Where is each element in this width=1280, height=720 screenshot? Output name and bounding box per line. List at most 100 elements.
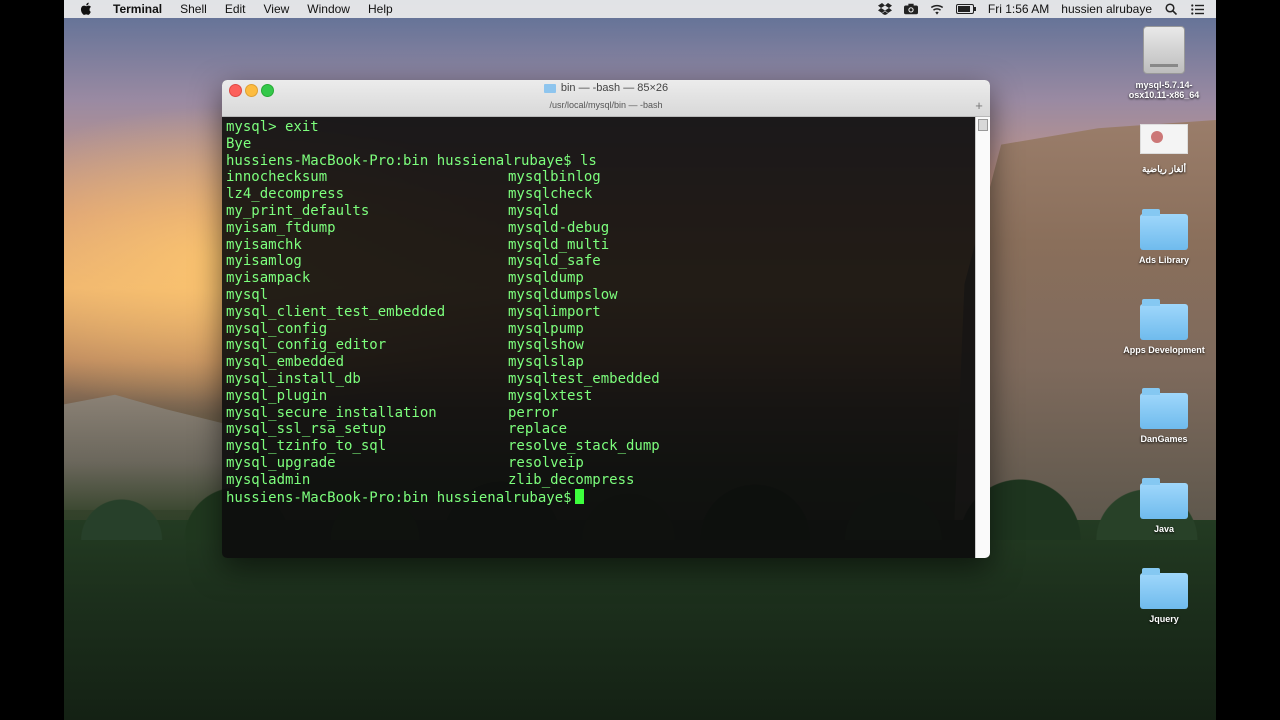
desktop-folder-java[interactable]: Java [1114, 478, 1214, 534]
menu-window[interactable]: Window [298, 2, 359, 16]
desktop: Terminal Shell Edit View Window Help Fri… [64, 0, 1216, 720]
menu-view[interactable]: View [255, 2, 299, 16]
desktop-item-label: Java [1153, 524, 1175, 534]
ls-entry: lz4_decompress [226, 186, 345, 203]
ls-entry: myisampack [226, 270, 311, 287]
desktop-item-mysql-disk[interactable]: mysql-5.7.14-osx10.11-x86_64 [1114, 26, 1214, 100]
desktop-item-label: DanGames [1140, 434, 1188, 444]
desktop-folder-jquery[interactable]: Jquery [1114, 568, 1214, 624]
menu-edit[interactable]: Edit [216, 2, 255, 16]
ls-row: myisam_ftdump mysqld-debug [226, 220, 990, 237]
apple-menu-icon[interactable] [78, 1, 94, 17]
ls-entry: mysqld_multi [508, 236, 610, 253]
ls-entry: mysql_secure_installation [226, 404, 437, 421]
ls-entry: myisamchk [226, 236, 302, 253]
terminal-line: mysql> exit [226, 119, 319, 135]
terminal-output[interactable]: mysql> exit Bye hussiens-MacBook-Pro:bin… [222, 117, 990, 558]
terminal-line: hussiens-MacBook-Pro:bin hussienalrubaye… [226, 152, 597, 169]
desktop-folder-ads-library[interactable]: Ads Library [1114, 209, 1214, 265]
ls-entry: mysqladmin [226, 471, 311, 488]
window-title: bin — -bash — 85×26 [222, 82, 990, 94]
window-title-text: bin — -bash — 85×26 [560, 82, 669, 94]
ls-entry: resolveip [508, 454, 584, 471]
menu-bar: Terminal Shell Edit View Window Help Fri… [64, 0, 1216, 18]
ls-entry: mysql_embedded [226, 354, 345, 371]
ls-row: mysql mysqldumpslow [226, 287, 990, 304]
ls-entry: myisamlog [226, 253, 302, 270]
folder-icon [1140, 209, 1188, 250]
ls-row: my_print_defaults mysqld [226, 203, 990, 220]
desktop-item-label: Jquery [1149, 614, 1179, 624]
ls-entry: resolve_stack_dump [508, 438, 660, 455]
ls-listing: innochecksum mysqlbinlog lz4_decompress mys… [226, 169, 990, 488]
desktop-item-label: ألغاز رياضية [1142, 164, 1186, 174]
terminal-window[interactable]: bin — -bash — 85×26 /usr/local/mysql/bin… [222, 80, 990, 558]
ls-entry: innochecksum [226, 169, 328, 186]
ls-entry: mysqld [508, 202, 559, 219]
menu-extras: Fri 1:56 AM hussien alrubaye [877, 2, 1216, 16]
desktop-folder-dangames[interactable]: DanGames [1114, 388, 1214, 444]
ls-row: lz4_decompress mysqlcheck [226, 186, 990, 203]
ls-row: mysql_config_editor mysqlshow [226, 337, 990, 354]
wifi-icon[interactable] [930, 3, 944, 15]
ls-row: mysql_ssl_rsa_setup replace [226, 421, 990, 438]
ls-entry: replace [508, 421, 568, 438]
folder-icon [1140, 568, 1188, 609]
ls-entry: mysqlimport [508, 303, 601, 320]
ls-entry: mysql_config_editor [226, 337, 387, 354]
ls-entry: mysqltest_embedded [508, 370, 660, 387]
menu-user[interactable]: hussien alrubaye [1061, 2, 1152, 16]
dropbox-icon[interactable] [877, 3, 892, 15]
ls-entry: perror [508, 404, 559, 421]
ls-row: mysql_client_test_embedded mysqlimport [226, 304, 990, 321]
ls-entry: mysql_config [226, 320, 328, 337]
desktop-item-label: mysql-5.7.14-osx10.11-x86_64 [1128, 80, 1200, 100]
ls-entry: mysqlpump [508, 320, 584, 337]
ls-row: innochecksum mysqlbinlog [226, 169, 990, 186]
terminal-line: Bye [226, 135, 252, 152]
ls-entry: mysqld_safe [508, 253, 601, 270]
ls-entry: mysqlbinlog [508, 169, 601, 186]
ls-row: mysql_install_db mysqltest_embedded [226, 371, 990, 388]
menu-terminal[interactable]: Terminal [104, 2, 171, 16]
ls-entry: zlib_decompress [508, 471, 635, 488]
scrollbar-thumb[interactable] [978, 119, 988, 131]
image-thumbnail-icon [1140, 124, 1188, 154]
ls-row: mysqladmin zlib_decompress [226, 472, 990, 489]
ls-row: mysql_embedded mysqlslap [226, 354, 990, 371]
ls-row: mysql_secure_installation perror [226, 405, 990, 422]
scrollbar-track[interactable] [975, 117, 990, 558]
spotlight-search-icon[interactable] [1164, 3, 1178, 15]
ls-entry: myisam_ftdump [226, 219, 336, 236]
folder-icon [1140, 299, 1188, 340]
text-cursor [574, 488, 584, 504]
desktop-item-image[interactable]: ألغاز رياضية [1114, 124, 1214, 175]
prompt-line: hussiens-MacBook-Pro:bin hussienalrubaye… [226, 488, 990, 506]
menu-clock[interactable]: Fri 1:56 AM [988, 2, 1049, 16]
folder-icon [1140, 388, 1188, 429]
camera-icon[interactable] [903, 3, 918, 15]
desktop-item-label: Apps Development [1123, 345, 1205, 355]
desktop-item-label: Ads Library [1138, 255, 1189, 265]
ls-entry: mysqlcheck [508, 186, 593, 203]
ls-row: myisamlog mysqld_safe [226, 253, 990, 270]
ls-row: myisampack mysqldump [226, 270, 990, 287]
notification-center-icon[interactable] [1190, 3, 1204, 15]
desktop-folder-apps-development[interactable]: Apps Development [1114, 299, 1214, 355]
ls-entry: mysqlxtest [508, 387, 593, 404]
ls-entry: mysql_ssl_rsa_setup [226, 421, 387, 438]
ls-row: mysql_plugin mysqlxtest [226, 388, 990, 405]
tab-title[interactable]: /usr/local/mysql/bin — -bash [222, 100, 990, 110]
ls-row: mysql_tzinfo_to_sql resolve_stack_dump [226, 438, 990, 455]
ls-entry: mysql_client_test_embedded [226, 303, 446, 320]
ls-entry: mysqldump [508, 270, 584, 287]
menu-help[interactable]: Help [359, 2, 402, 16]
shell-prompt: hussiens-MacBook-Pro:bin hussienalrubaye… [226, 489, 572, 506]
menu-shell[interactable]: Shell [171, 2, 216, 16]
ls-entry: mysql_tzinfo_to_sql [226, 438, 387, 455]
ls-entry: mysqld-debug [508, 219, 610, 236]
battery-icon[interactable] [955, 3, 976, 15]
new-tab-button[interactable]: + [972, 99, 986, 113]
terminal-titlebar[interactable]: bin — -bash — 85×26 /usr/local/mysql/bin… [222, 80, 990, 117]
ls-entry: mysqldumpslow [508, 286, 618, 303]
